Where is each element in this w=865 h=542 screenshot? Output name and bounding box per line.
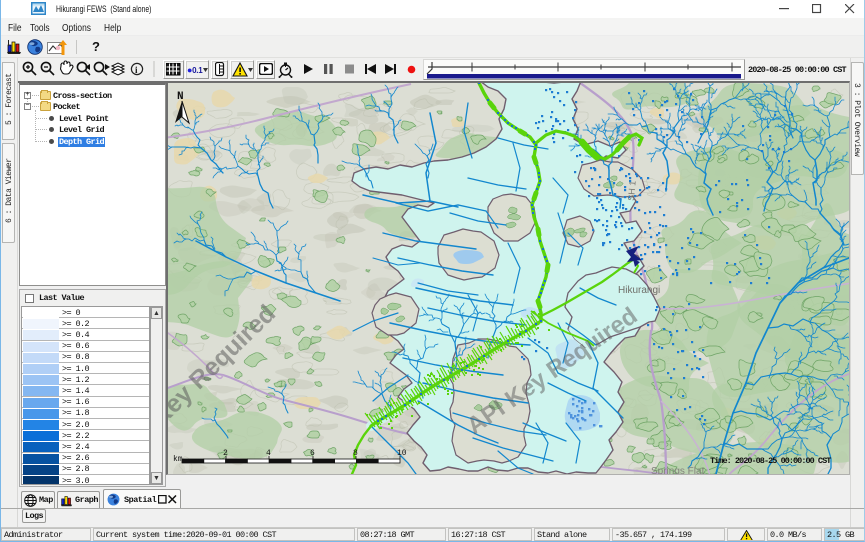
svg-text:6: 6 <box>310 449 315 458</box>
svg-text:4: 4 <box>266 449 271 458</box>
svg-text:2: 2 <box>223 449 228 458</box>
svg-text:Springs Flat: Springs Flat <box>651 466 705 474</box>
svg-text:km: km <box>173 455 183 464</box>
svg-text:SH 1: SH 1 <box>626 180 638 201</box>
svg-text:N: N <box>177 91 184 103</box>
svg-text:10: 10 <box>397 449 407 458</box>
svg-text:i: i <box>135 65 138 75</box>
svg-text:Time: 2020-08-25 00:00:00 CST: Time: 2020-08-25 00:00:00 CST <box>710 456 831 466</box>
svg-text:Hikurangi: Hikurangi <box>618 285 660 296</box>
svg-text:8: 8 <box>353 449 358 458</box>
